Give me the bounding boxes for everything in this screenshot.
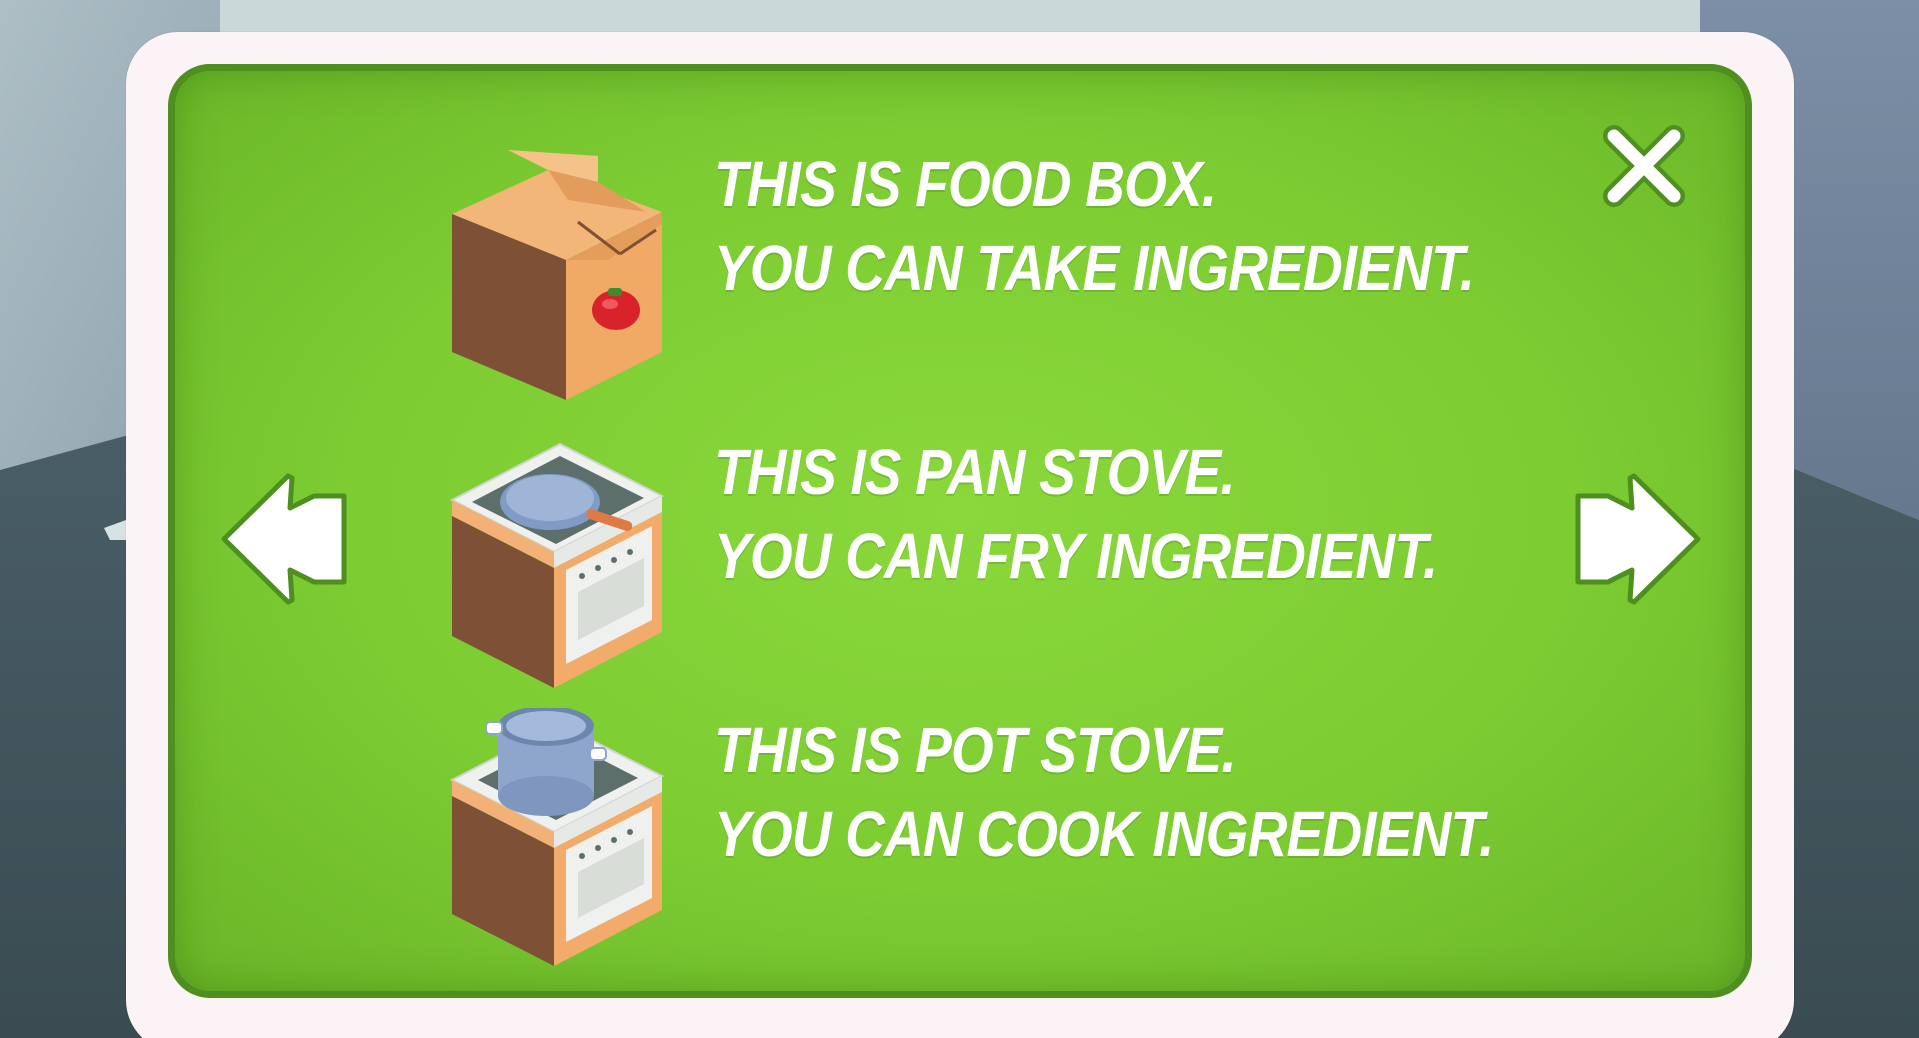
item-description: YOU CAN COOK INGREDIENT. xyxy=(714,798,1494,870)
pot-stove-icon xyxy=(448,706,668,968)
item-title: THIS IS POT STOVE. xyxy=(714,714,1237,786)
item-description: YOU CAN TAKE INGREDIENT. xyxy=(714,232,1475,304)
arrow-left-icon xyxy=(221,473,347,605)
game-scene: THIS IS FOOD BOX. YOU CAN TAKE INGREDIEN… xyxy=(0,0,1919,1038)
previous-page-button[interactable] xyxy=(216,468,354,610)
tutorial-item-pot-stove: THIS IS POT STOVE. YOU CAN COOK INGREDIE… xyxy=(448,706,1608,968)
pan-stove-icon xyxy=(448,430,668,690)
tutorial-item-pan-stove: THIS IS PAN STOVE. YOU CAN FRY INGREDIEN… xyxy=(448,430,1608,690)
item-description: YOU CAN FRY INGREDIENT. xyxy=(714,520,1438,592)
close-button[interactable] xyxy=(1598,120,1690,212)
tutorial-item-food-box: THIS IS FOOD BOX. YOU CAN TAKE INGREDIEN… xyxy=(448,142,1608,402)
item-title: THIS IS FOOD BOX. xyxy=(714,148,1217,220)
tutorial-text: THIS IS POT STOVE. YOU CAN COOK INGREDIE… xyxy=(714,708,1620,876)
tutorial-text: THIS IS FOOD BOX. YOU CAN TAKE INGREDIEN… xyxy=(714,142,1598,310)
food-box-icon xyxy=(448,142,668,402)
item-title: THIS IS PAN STOVE. xyxy=(714,436,1236,508)
tutorial-text: THIS IS PAN STOVE. YOU CAN FRY INGREDIEN… xyxy=(714,430,1555,598)
close-x-icon xyxy=(1603,125,1685,207)
